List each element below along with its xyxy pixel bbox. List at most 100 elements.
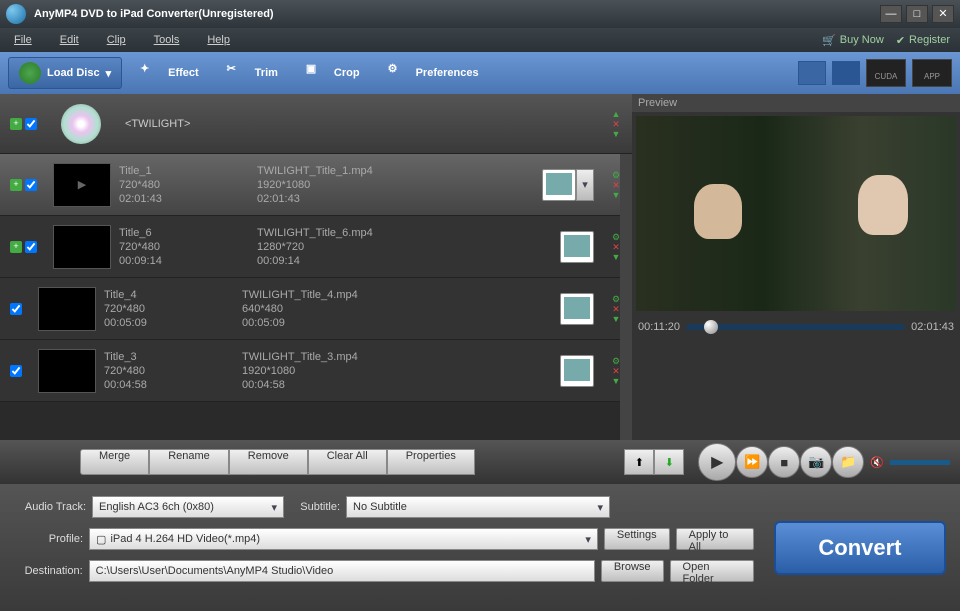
apply-all-button[interactable]: Apply to All [676, 528, 754, 550]
amd-app-badge: APP [912, 59, 952, 87]
current-time: 00:11:20 [638, 321, 680, 333]
load-disc-button[interactable]: Load Disc▾ [8, 57, 122, 89]
title-name: Title_6 [119, 226, 249, 240]
app-icon [6, 4, 26, 24]
trim-button[interactable]: ✂Trim [217, 58, 288, 88]
clear-all-button[interactable]: Clear All [308, 449, 387, 475]
move-down-icon[interactable]: ▼ [610, 129, 622, 139]
seek-slider[interactable] [686, 324, 905, 330]
detail-view-button[interactable] [832, 61, 860, 85]
title-list-panel: + <TWILIGHT> ▲ ✕ ▼ + ▶ Title_1720*48002:… [0, 94, 632, 440]
title-checkbox[interactable] [10, 365, 22, 377]
settings-button[interactable]: Settings [604, 528, 670, 550]
move-up-icon[interactable]: ▲ [610, 109, 622, 119]
thumbnail [38, 287, 96, 331]
properties-button[interactable]: Properties [387, 449, 475, 475]
open-folder-button[interactable]: Open Folder [670, 560, 754, 582]
cuda-badge: CUDA [866, 59, 906, 87]
open-folder-button[interactable]: 📁 [832, 446, 864, 478]
preview-video[interactable] [636, 116, 956, 311]
profile-button[interactable]: ▾ [542, 169, 594, 201]
list-view-button[interactable] [798, 61, 826, 85]
title-resolution: 720*480 [119, 240, 249, 254]
menubar: File Edit Clip Tools Help 🛒Buy Now ✔Regi… [0, 28, 960, 52]
title-row[interactable]: Title_4720*48000:05:09 TWILIGHT_Title_4.… [0, 278, 632, 340]
up-icon: ⬆ [635, 456, 644, 469]
title-resolution: 720*480 [104, 364, 234, 378]
title-checkbox[interactable] [10, 303, 22, 315]
stop-button[interactable]: ■ [768, 446, 800, 478]
disc-row[interactable]: + <TWILIGHT> ▲ ✕ ▼ [0, 94, 632, 154]
menu-help[interactable]: Help [203, 34, 254, 46]
crop-button[interactable]: ▣Crop [296, 58, 370, 88]
ipad-icon [560, 231, 594, 263]
subtitle-label: Subtitle: [290, 501, 340, 513]
title-resolution: 720*480 [119, 178, 249, 192]
ipad-icon [542, 169, 576, 201]
title-row[interactable]: + ▶ Title_1720*48002:01:43 TWILIGHT_Titl… [0, 154, 632, 216]
output-resolution: 640*480 [242, 302, 392, 316]
convert-button[interactable]: Convert [774, 521, 946, 575]
toolbar: Load Disc▾ ✦Effect ✂Trim ▣Crop ⚙Preferen… [0, 52, 960, 94]
scrollbar[interactable] [620, 154, 632, 440]
disc-checkbox[interactable] [25, 118, 37, 130]
destination-label: Destination: [14, 565, 83, 577]
add-icon[interactable]: + [10, 118, 22, 130]
output-duration: 02:01:43 [257, 192, 407, 206]
move-top-button[interactable]: ⬆ [624, 449, 654, 475]
gear-icon: ⚙ [388, 62, 410, 84]
profile-button[interactable] [560, 293, 594, 325]
volume-icon[interactable]: 🔇 [870, 456, 884, 469]
output-resolution: 1920*1080 [257, 178, 407, 192]
snapshot-button[interactable]: 📷 [800, 446, 832, 478]
add-icon[interactable]: + [10, 179, 22, 191]
disc-media-icon [61, 104, 101, 144]
crop-icon: ▣ [306, 62, 328, 84]
preferences-button[interactable]: ⚙Preferences [378, 58, 489, 88]
remove-button[interactable]: Remove [229, 449, 308, 475]
output-resolution: 1280*720 [257, 240, 407, 254]
profile-select[interactable]: ▢iPad 4 H.264 HD Video(*.mp4)▾ [89, 528, 598, 550]
fast-forward-button[interactable]: ⏩ [736, 446, 768, 478]
title-row[interactable]: + Title_6720*48000:09:14 TWILIGHT_Title_… [0, 216, 632, 278]
chevron-down-icon: ▾ [585, 533, 591, 546]
volume-slider[interactable] [890, 460, 950, 465]
title-row[interactable]: Title_3720*480 00:04:58 TWILIGHT_Title_3.… [0, 340, 632, 402]
thumbnail [38, 349, 96, 393]
maximize-button[interactable]: □ [906, 5, 928, 23]
menu-file[interactable]: File [10, 34, 56, 46]
ipad-icon [560, 293, 594, 325]
buy-now-link[interactable]: 🛒Buy Now [822, 34, 884, 47]
menu-edit[interactable]: Edit [56, 34, 103, 46]
title-name: Title_4 [104, 288, 234, 302]
title-name: Title_3 [104, 350, 234, 364]
play-button[interactable]: ▶ [698, 443, 736, 481]
merge-button[interactable]: Merge [80, 449, 149, 475]
menu-clip[interactable]: Clip [103, 34, 150, 46]
menu-tools[interactable]: Tools [150, 34, 204, 46]
output-name: TWILIGHT_Title_4.mp4 [242, 288, 392, 302]
title-checkbox[interactable] [25, 241, 37, 253]
output-duration: 00:04:58 [242, 378, 392, 392]
title-resolution: 720*480 [104, 302, 234, 316]
profile-label: Profile: [14, 533, 83, 545]
title-checkbox[interactable] [25, 179, 37, 191]
profile-button[interactable] [560, 355, 594, 387]
audio-track-label: Audio Track: [14, 501, 86, 513]
move-bottom-button[interactable]: ⬇ [654, 449, 684, 475]
add-icon[interactable]: + [10, 241, 22, 253]
profile-button[interactable] [560, 231, 594, 263]
browse-button[interactable]: Browse [601, 560, 664, 582]
destination-input[interactable]: C:\Users\User\Documents\AnyMP4 Studio\Vi… [89, 560, 595, 582]
output-name: TWILIGHT_Title_3.mp4 [242, 350, 392, 364]
subtitle-select[interactable]: No Subtitle▾ [346, 496, 610, 518]
remove-icon[interactable]: ✕ [610, 119, 622, 129]
minimize-button[interactable]: — [880, 5, 902, 23]
title-duration: 00:09:14 [119, 254, 249, 268]
effect-button[interactable]: ✦Effect [130, 58, 209, 88]
chevron-down-icon: ▾ [106, 67, 112, 80]
audio-track-select[interactable]: English AC3 6ch (0x80)▾ [92, 496, 284, 518]
register-link[interactable]: ✔Register [896, 34, 950, 47]
rename-button[interactable]: Rename [149, 449, 229, 475]
close-button[interactable]: ✕ [932, 5, 954, 23]
